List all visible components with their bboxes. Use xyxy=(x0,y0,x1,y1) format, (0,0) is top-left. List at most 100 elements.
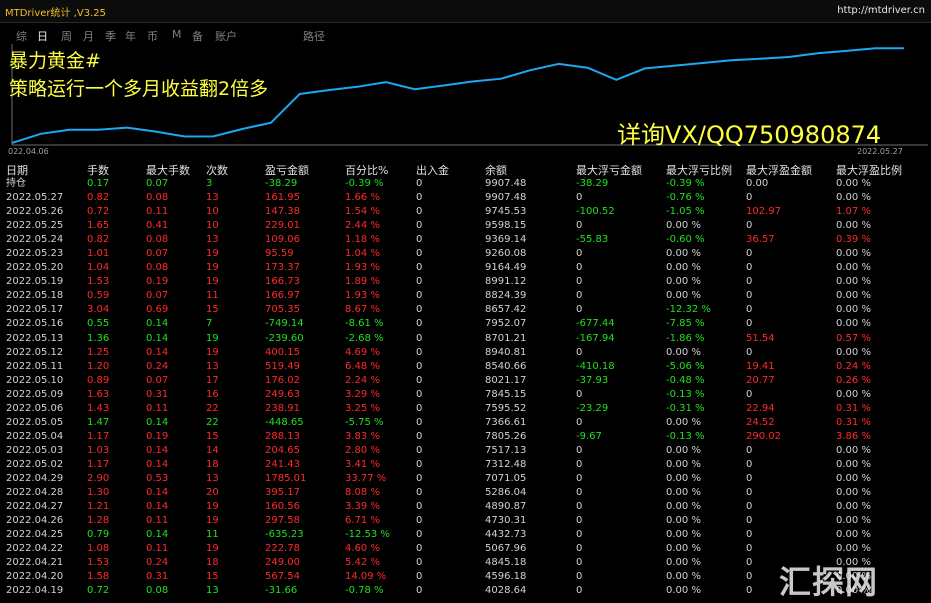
table-cell: 0 xyxy=(576,529,583,541)
table-row[interactable]: 2022.05.24 0.82 0.08 13 109.06 1.18 % 0 9369.14… xyxy=(0,233,931,247)
table-cell: 20.77 xyxy=(746,374,775,386)
table-cell: 13 xyxy=(206,192,219,204)
table-cell: 0.00 % xyxy=(666,276,701,288)
table-cell: 0 xyxy=(416,571,423,583)
table-cell: -31.66 xyxy=(265,585,298,597)
table-row[interactable]: 2022.04.22 1.08 0.11 19 222.78 4.60 % 0 5067.96… xyxy=(0,542,931,556)
table-cell: -1.86 % xyxy=(666,332,705,344)
table-row[interactable]: 2022.04.27 1.21 0.14 19 160.56 3.39 % 0 4890.87… xyxy=(0,500,931,514)
table-cell: 1.03 xyxy=(87,444,110,456)
table-row[interactable]: 2022.05.02 1.17 0.14 18 241.43 3.41 % 0 7312.48… xyxy=(0,458,931,472)
table-cell: 1785.01 xyxy=(265,472,307,484)
table-cell: 0 xyxy=(416,444,423,456)
table-cell: 238.91 xyxy=(265,402,300,414)
tab-6[interactable]: 币 xyxy=(147,28,158,44)
table-cell: 5.42 % xyxy=(345,557,380,569)
table-cell: 7845.15 xyxy=(485,388,527,400)
table-cell: 8991.12 xyxy=(485,276,527,288)
table-cell: 0.26 % xyxy=(836,374,871,386)
table-cell: 0 xyxy=(746,262,753,274)
table-cell: 0 xyxy=(746,585,753,597)
table-cell: 1.53 xyxy=(87,557,110,569)
table-cell: 7595.52 xyxy=(485,402,527,414)
table-cell: 0 xyxy=(416,543,423,555)
table-cell: -37.93 xyxy=(576,374,609,386)
tab-7[interactable]: M xyxy=(172,28,182,41)
table-cell: 176.02 xyxy=(265,374,300,386)
table-cell: 7071.05 xyxy=(485,472,527,484)
tab-9[interactable]: 账户 xyxy=(215,28,237,44)
table-cell: 4028.64 xyxy=(485,585,527,597)
table-row[interactable]: 2022.05.20 1.04 0.08 19 173.37 1.93 % 0 9164.49… xyxy=(0,261,931,275)
table-cell: -5.06 % xyxy=(666,360,705,372)
table-row[interactable]: 2022.05.25 1.65 0.41 10 229.01 2.44 % 0 9598.15… xyxy=(0,219,931,233)
table-cell: 2022.05.04 xyxy=(6,430,64,442)
table-row[interactable]: 2022.05.23 1.01 0.07 19 95.59 1.04 % 0 9260.08 0… xyxy=(0,247,931,261)
table-cell: 9907.48 xyxy=(485,192,527,204)
table-cell: 0.24 % xyxy=(836,360,871,372)
table-row[interactable]: 持仓 0.17 0.07 3 -38.29 -0.39 % 0 9907.48 -38.29 -0… xyxy=(0,177,931,191)
tab-3[interactable]: 月 xyxy=(83,28,94,44)
table-cell: 161.95 xyxy=(265,192,300,204)
table-row[interactable]: 2022.05.26 0.72 0.11 10 147.38 1.54 % 0 9745.53… xyxy=(0,205,931,219)
tab-10[interactable]: 路径 xyxy=(303,28,325,44)
table-cell: 0.14 xyxy=(146,332,169,344)
table-row[interactable]: 2022.04.26 1.28 0.11 19 297.58 6.71 % 0 4730.31… xyxy=(0,514,931,528)
table-cell: 0.00 % xyxy=(836,192,871,204)
table-cell: 3.04 xyxy=(87,304,110,316)
table-cell: -9.67 xyxy=(576,430,602,442)
table-cell: 249.00 xyxy=(265,557,300,569)
table-cell: 0.00 % xyxy=(836,262,871,274)
table-row[interactable]: 2022.05.18 0.59 0.07 11 166.97 1.93 % 0 8824.39… xyxy=(0,289,931,303)
table-row[interactable]: 2022.05.03 1.03 0.14 14 204.65 2.80 % 0 7517.13… xyxy=(0,444,931,458)
table-row[interactable]: 2022.05.05 1.47 0.14 22 -448.65 -5.75 % 0 7366.… xyxy=(0,416,931,430)
table-row[interactable]: 2022.05.12 1.25 0.14 19 400.15 4.69 % 0 8940.81… xyxy=(0,346,931,360)
tab-8[interactable]: 备 xyxy=(192,28,203,44)
table-cell: 147.38 xyxy=(265,206,300,218)
table-cell: 4890.87 xyxy=(485,501,527,513)
table-cell: 18 xyxy=(206,458,219,470)
tab-4[interactable]: 季 xyxy=(105,28,116,44)
table-row[interactable]: 2022.05.04 1.17 0.19 15 288.13 3.83 % 0 7805.26… xyxy=(0,430,931,444)
table-cell: 0 xyxy=(416,430,423,442)
table-row[interactable]: 2022.04.29 2.90 0.53 13 1785.01 33.77 % 0 7071.… xyxy=(0,472,931,486)
table-cell: 0.00 % xyxy=(836,472,871,484)
table-cell: 7366.61 xyxy=(485,416,527,428)
tab-2[interactable]: 周 xyxy=(61,28,72,44)
column-header: 最大浮盈比例 xyxy=(836,164,902,177)
table-cell: 0.00 % xyxy=(666,248,701,260)
table-cell: 7 xyxy=(206,318,213,330)
table-cell: 0 xyxy=(576,487,583,499)
tab-1[interactable]: 日 xyxy=(37,28,48,44)
table-row[interactable]: 2022.05.13 1.36 0.14 19 -239.60 -2.68 % 0 8701.… xyxy=(0,332,931,346)
table-cell: 0.00 % xyxy=(666,543,701,555)
table-cell: 0.69 xyxy=(146,304,169,316)
tab-0[interactable]: 综 xyxy=(16,28,27,44)
table-row[interactable]: 2022.05.27 0.82 0.08 13 161.95 1.66 % 0 9907.48… xyxy=(0,191,931,205)
tab-5[interactable]: 年 xyxy=(125,28,136,44)
table-row[interactable]: 2022.05.09 1.63 0.31 16 249.63 3.29 % 0 7845.15… xyxy=(0,388,931,402)
table-row[interactable]: 2022.05.06 1.43 0.11 22 238.91 3.25 % 0 7595.52… xyxy=(0,402,931,416)
table-cell: 0 xyxy=(576,571,583,583)
table-cell: 395.17 xyxy=(265,487,300,499)
table-cell: 13 xyxy=(206,585,219,597)
table-cell: 0 xyxy=(746,557,753,569)
table-cell: 0 xyxy=(746,444,753,456)
website-link[interactable]: http://mtdriver.cn xyxy=(837,5,925,16)
table-cell: 0.82 xyxy=(87,192,110,204)
table-cell: 1.53 xyxy=(87,276,110,288)
table-row[interactable]: 2022.04.28 1.30 0.14 20 395.17 8.08 % 0 5286.04… xyxy=(0,486,931,500)
table-row[interactable]: 2022.05.10 0.89 0.07 17 176.02 2.24 % 0 8021.17… xyxy=(0,374,931,388)
table-row[interactable]: 2022.05.19 1.53 0.19 19 166.73 1.89 % 0 8991.12… xyxy=(0,275,931,289)
table-cell: 0 xyxy=(416,529,423,541)
column-header: 出入金 xyxy=(416,164,449,177)
table-cell: 15 xyxy=(206,430,219,442)
table-cell: 1.08 xyxy=(87,543,110,555)
table-cell: 0.53 xyxy=(146,472,169,484)
table-row[interactable]: 2022.04.25 0.79 0.14 11 -635.23 -12.53 % 0 4432… xyxy=(0,528,931,542)
table-row[interactable]: 2022.05.11 1.20 0.24 13 519.49 6.48 % 0 8540.66… xyxy=(0,360,931,374)
table-row[interactable]: 2022.05.17 3.04 0.69 15 705.35 8.67 % 0 8657.42… xyxy=(0,303,931,317)
table-cell: 1.01 xyxy=(87,248,110,260)
table-row[interactable]: 2022.05.16 0.55 0.14 7 -749.14 -8.61 % 0 7952.0… xyxy=(0,317,931,331)
table-cell: 0.89 xyxy=(87,374,110,386)
